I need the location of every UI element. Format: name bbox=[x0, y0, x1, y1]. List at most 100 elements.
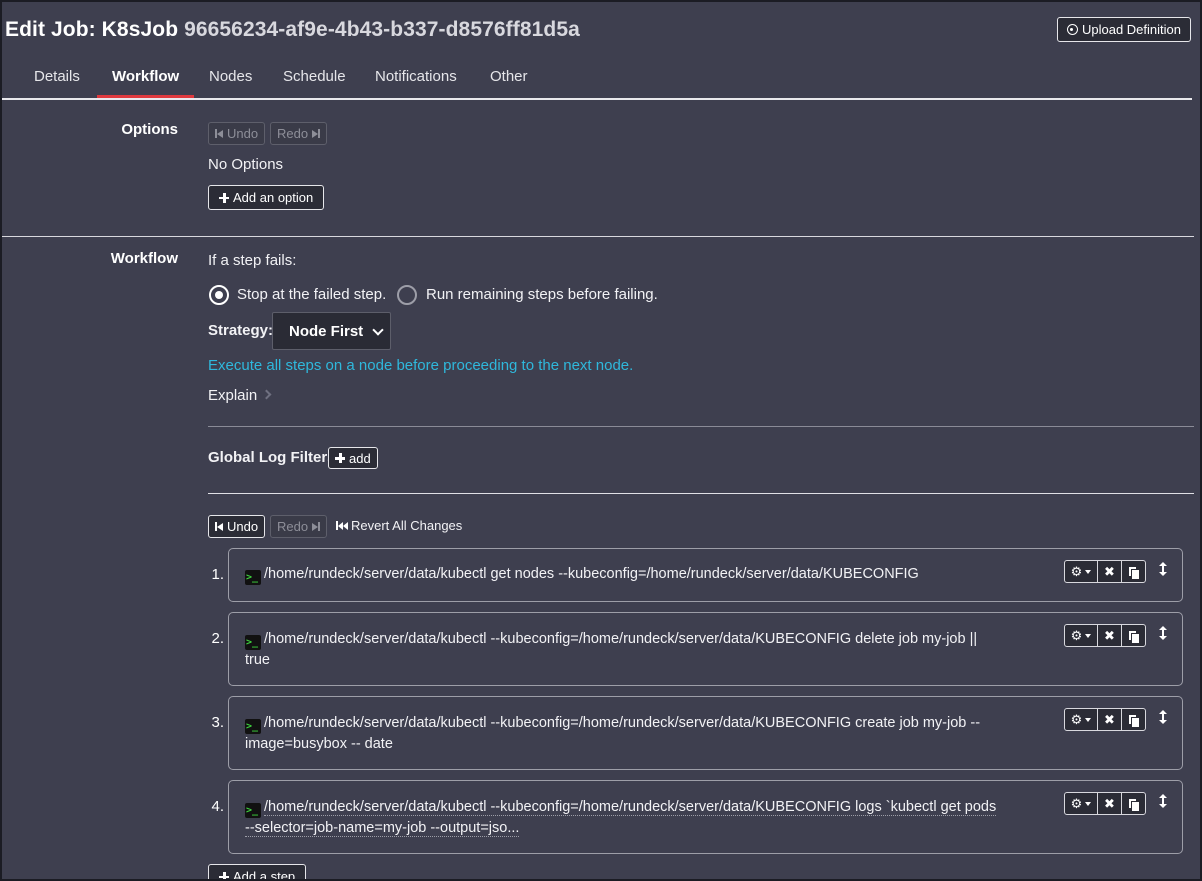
workflow-step[interactable]: >_/home/rundeck/server/data/kubectl --ku… bbox=[228, 612, 1183, 686]
tab-schedule[interactable]: Schedule bbox=[283, 68, 346, 97]
upload-definition-button[interactable]: Upload Definition bbox=[1056, 17, 1191, 42]
workflow-step[interactable]: >_/home/rundeck/server/data/kubectl --ku… bbox=[228, 780, 1183, 854]
options-redo-button[interactable]: Redo bbox=[270, 122, 328, 145]
plus-icon bbox=[335, 453, 345, 463]
radio-stop-label[interactable]: Stop at the failed step. bbox=[237, 286, 386, 303]
step-duplicate-button[interactable] bbox=[1122, 561, 1145, 582]
tab-nodes[interactable]: Nodes bbox=[209, 68, 252, 97]
workflow-redo-button[interactable]: Redo bbox=[270, 515, 328, 538]
skip-back-icon bbox=[215, 522, 223, 531]
step-command[interactable]: >_/home/rundeck/server/data/kubectl --ku… bbox=[245, 797, 1005, 839]
step-number: 3. bbox=[211, 714, 224, 731]
workflow-step[interactable]: >_/home/rundeck/server/data/kubectl --ku… bbox=[228, 696, 1183, 770]
step-command-line2: --selector=job-name=my-job --output=jso.… bbox=[245, 820, 520, 837]
drag-handle-icon[interactable] bbox=[1159, 562, 1167, 576]
job-editor: Edit Job: K8sJob 96656234-af9e-4b43-b337… bbox=[2, 2, 1200, 879]
radio-stop-failed-step[interactable] bbox=[209, 285, 229, 305]
gear-icon: ⚙ bbox=[1070, 564, 1083, 579]
terminal-icon: >_ bbox=[245, 570, 261, 585]
tab-workflow[interactable]: Workflow bbox=[112, 68, 179, 97]
step-command[interactable]: >_/home/rundeck/server/data/kubectl --ku… bbox=[245, 629, 1005, 671]
revert-all-changes-button[interactable]: Revert All Changes bbox=[336, 518, 462, 533]
step-number: 1. bbox=[211, 566, 224, 583]
step-number: 4. bbox=[211, 798, 224, 815]
step-duplicate-button[interactable] bbox=[1122, 793, 1145, 814]
step-tools: ⚙ ✖ bbox=[1064, 624, 1146, 647]
drag-handle-icon[interactable] bbox=[1159, 626, 1167, 640]
step-settings-dropdown[interactable]: ⚙ bbox=[1065, 793, 1098, 814]
workflow-step[interactable]: >_/home/rundeck/server/data/kubectl get … bbox=[228, 548, 1183, 602]
step-command-line1: /home/rundeck/server/data/kubectl get no… bbox=[264, 566, 919, 582]
drag-handle-icon[interactable] bbox=[1159, 710, 1167, 724]
options-undo-button[interactable]: Undo bbox=[208, 122, 266, 145]
copy-icon bbox=[1128, 713, 1140, 728]
step-delete-button[interactable]: ✖ bbox=[1098, 709, 1122, 730]
section-divider bbox=[2, 236, 1194, 237]
caret-down-icon bbox=[1085, 633, 1092, 638]
skip-back-icon bbox=[215, 129, 223, 138]
close-icon: ✖ bbox=[1104, 712, 1115, 727]
tab-notifications[interactable]: Notifications bbox=[375, 68, 457, 97]
step-tools: ⚙ ✖ bbox=[1064, 792, 1146, 815]
close-icon: ✖ bbox=[1104, 564, 1115, 579]
step-number: 2. bbox=[211, 630, 224, 647]
step-duplicate-button[interactable] bbox=[1122, 625, 1145, 646]
step-command[interactable]: >_/home/rundeck/server/data/kubectl get … bbox=[245, 564, 1005, 585]
job-uuid: 96656234-af9e-4b43-b337-d8576ff81d5a bbox=[184, 18, 580, 41]
caret-down-icon bbox=[1085, 801, 1092, 806]
strategy-selected-value: Node First bbox=[289, 322, 364, 340]
radio-run-remaining-steps[interactable] bbox=[397, 285, 417, 305]
workflow-redo-label: Redo bbox=[277, 519, 309, 534]
step-tools: ⚙ ✖ bbox=[1064, 560, 1146, 583]
tab-details[interactable]: Details bbox=[34, 68, 80, 97]
terminal-icon: >_ bbox=[245, 635, 261, 650]
explain-toggle[interactable]: Explain bbox=[208, 387, 272, 404]
plus-icon bbox=[219, 871, 229, 879]
chevron-down-icon bbox=[372, 324, 384, 336]
step-delete-button[interactable]: ✖ bbox=[1098, 793, 1122, 814]
global-log-filters-label: Global Log Filters bbox=[208, 449, 336, 466]
step-delete-button[interactable]: ✖ bbox=[1098, 625, 1122, 646]
strategy-description: Execute all steps on a node before proce… bbox=[208, 357, 634, 374]
radio-run-label[interactable]: Run remaining steps before failing. bbox=[426, 286, 658, 303]
step-tools: ⚙ ✖ bbox=[1064, 708, 1146, 731]
options-undo-label: Undo bbox=[227, 126, 259, 141]
step-command-line1: /home/rundeck/server/data/kubectl --kube… bbox=[264, 799, 997, 816]
caret-down-icon bbox=[1085, 569, 1092, 574]
step-settings-dropdown[interactable]: ⚙ bbox=[1065, 709, 1098, 730]
step-command-line2: true bbox=[245, 652, 270, 668]
plus-icon bbox=[219, 192, 229, 203]
divider bbox=[208, 426, 1194, 427]
workflow-undo-label: Undo bbox=[227, 519, 259, 534]
strategy-select[interactable]: Node First bbox=[272, 312, 391, 350]
drag-handle-icon[interactable] bbox=[1159, 794, 1167, 808]
add-log-filter-label: add bbox=[349, 450, 371, 466]
tab-other[interactable]: Other bbox=[490, 68, 528, 97]
chevron-right-icon bbox=[261, 389, 272, 400]
tab-bar: Details Workflow Nodes Schedule Notifica… bbox=[2, 60, 1192, 100]
title-prefix: Edit Job: K8sJob bbox=[5, 18, 179, 41]
gear-icon: ⚙ bbox=[1070, 712, 1083, 727]
add-step-button[interactable]: Add a step bbox=[208, 864, 307, 879]
workflow-section-label: Workflow bbox=[110, 250, 178, 267]
explain-label: Explain bbox=[208, 387, 258, 404]
add-option-button[interactable]: Add an option bbox=[208, 185, 325, 210]
workflow-undo-button[interactable]: Undo bbox=[208, 515, 266, 538]
add-log-filter-button[interactable]: add bbox=[328, 447, 378, 469]
step-settings-dropdown[interactable]: ⚙ bbox=[1065, 561, 1098, 582]
gear-icon: ⚙ bbox=[1070, 796, 1083, 811]
step-duplicate-button[interactable] bbox=[1122, 709, 1145, 730]
caret-down-icon bbox=[1085, 717, 1092, 722]
page-title: Edit Job: K8sJob 96656234-af9e-4b43-b337… bbox=[5, 18, 580, 42]
step-delete-button[interactable]: ✖ bbox=[1098, 561, 1122, 582]
step-settings-dropdown[interactable]: ⚙ bbox=[1065, 625, 1098, 646]
active-tab-indicator bbox=[97, 95, 194, 98]
fail-prompt-text: If a step fails: bbox=[208, 252, 297, 269]
copy-icon bbox=[1128, 797, 1140, 812]
divider bbox=[208, 493, 1194, 494]
add-option-label: Add an option bbox=[233, 190, 314, 205]
options-section-label: Options bbox=[121, 121, 178, 138]
strategy-label: Strategy: bbox=[208, 322, 274, 339]
copy-icon bbox=[1128, 629, 1140, 644]
step-command[interactable]: >_/home/rundeck/server/data/kubectl --ku… bbox=[245, 713, 1005, 755]
